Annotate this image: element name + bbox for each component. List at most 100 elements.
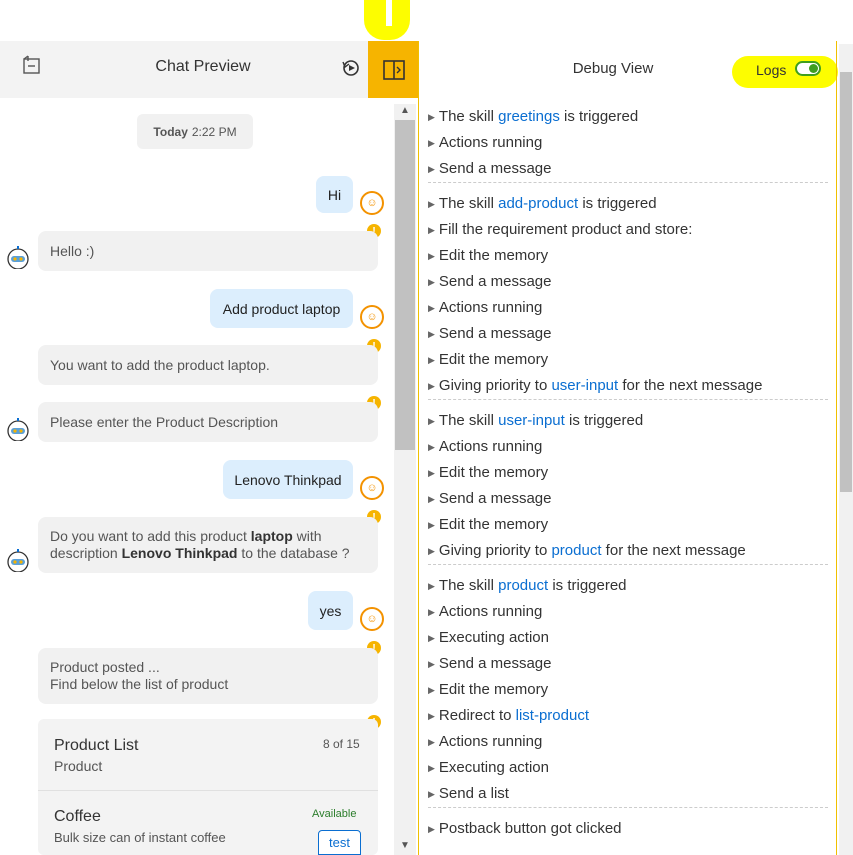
toggle-debug-view-button[interactable] xyxy=(368,41,419,98)
log-entry[interactable]: ▶ The skill user-input is triggered xyxy=(428,412,828,429)
bot-message: Please enter the Product Description xyxy=(38,402,378,442)
expand-arrow-icon[interactable]: ▶ xyxy=(428,633,435,643)
expand-arrow-icon[interactable]: ▶ xyxy=(428,763,435,773)
log-link[interactable]: user-input xyxy=(551,377,618,394)
expand-arrow-icon[interactable]: ▶ xyxy=(428,164,435,174)
log-entry[interactable]: ▶ Actions running xyxy=(428,438,828,455)
expand-arrow-icon[interactable]: ▶ xyxy=(428,251,435,261)
log-entry[interactable]: ▶ Giving priority to user-input for the n… xyxy=(428,377,828,394)
expand-arrow-icon[interactable]: ▶ xyxy=(428,789,435,799)
expand-arrow-icon[interactable]: ▶ xyxy=(428,685,435,695)
user-avatar-icon: ☺ xyxy=(360,305,384,329)
log-entry[interactable]: ▶ The skill greetings is triggered xyxy=(428,108,828,125)
log-entry[interactable]: ▶ Edit the memory xyxy=(428,516,828,533)
log-entry[interactable]: ▶ Redirect to list-product xyxy=(428,707,828,724)
user-avatar-icon: ☺ xyxy=(360,191,384,215)
expand-arrow-icon[interactable]: ▶ xyxy=(428,737,435,747)
expand-arrow-icon[interactable]: ▶ xyxy=(428,303,435,313)
log-entry[interactable]: ▶ Postback button got clicked xyxy=(428,820,828,837)
bot-avatar-icon xyxy=(6,245,30,274)
log-entry[interactable]: ▶ Send a message xyxy=(428,160,828,177)
log-entry[interactable]: ▶ Actions running xyxy=(428,603,828,620)
date-chip: Today 2:22 PM xyxy=(137,114,253,149)
user-message: Hi xyxy=(316,176,353,213)
debug-scrollbar[interactable] xyxy=(839,44,853,855)
log-link[interactable]: add-product xyxy=(498,195,578,212)
log-link[interactable]: greetings xyxy=(498,108,560,125)
bot-message: Do you want to add this product laptop w… xyxy=(38,517,378,573)
log-entry[interactable]: ▶ Actions running xyxy=(428,299,828,316)
panel-divider xyxy=(418,41,419,855)
card-item-status: Available xyxy=(312,808,357,820)
user-avatar-icon: ☺ xyxy=(360,607,384,631)
log-entry[interactable]: ▶ Send a list xyxy=(428,785,828,802)
log-entry[interactable]: ▶ Send a message xyxy=(428,655,828,672)
expand-arrow-icon[interactable]: ▶ xyxy=(428,711,435,721)
expand-arrow-icon[interactable]: ▶ xyxy=(428,442,435,452)
log-group-separator xyxy=(428,564,828,565)
log-entry[interactable]: ▶ Edit the memory xyxy=(428,247,828,264)
bot-avatar-icon xyxy=(6,548,30,577)
log-entry[interactable]: ▶ The skill product is triggered xyxy=(428,577,828,594)
bot-message: Hello :) xyxy=(38,231,378,271)
log-entry[interactable]: ▶ Fill the requirement product and store: xyxy=(428,221,828,238)
highlight-marker-top xyxy=(364,0,410,40)
debug-view-title: Debug View xyxy=(572,60,654,77)
expand-arrow-icon[interactable]: ▶ xyxy=(428,138,435,148)
log-entry[interactable]: ▶ Actions running xyxy=(428,733,828,750)
log-entry[interactable]: ▶ Edit the memory xyxy=(428,681,828,698)
expand-arrow-icon[interactable]: ▶ xyxy=(428,225,435,235)
card-separator xyxy=(38,790,378,791)
log-entry[interactable]: ▶ Actions running xyxy=(428,134,828,151)
log-link[interactable]: list-product xyxy=(516,707,589,724)
expand-arrow-icon[interactable]: ▶ xyxy=(428,381,435,391)
user-avatar-icon: ☺ xyxy=(360,476,384,500)
restart-icon[interactable] xyxy=(341,58,361,83)
card-item-button[interactable]: test xyxy=(318,830,361,855)
user-message: yes xyxy=(308,591,353,630)
log-link[interactable]: user-input xyxy=(498,412,565,429)
chat-preview-title: Chat Preview xyxy=(155,58,251,75)
log-group-separator xyxy=(428,807,828,808)
expand-arrow-icon[interactable]: ▶ xyxy=(428,546,435,556)
expand-arrow-icon[interactable]: ▶ xyxy=(428,355,435,365)
card-count: 8 of 15 xyxy=(323,737,360,751)
logs-toggle[interactable] xyxy=(795,61,821,76)
expand-arrow-icon[interactable]: ▶ xyxy=(428,199,435,209)
bot-avatar-icon xyxy=(6,417,30,446)
log-entry[interactable]: ▶ Edit the memory xyxy=(428,351,828,368)
expand-arrow-icon[interactable]: ▶ xyxy=(428,659,435,669)
expand-arrow-icon[interactable]: ▶ xyxy=(428,581,435,591)
card-subtitle: Product xyxy=(54,758,103,774)
expand-arrow-icon[interactable]: ▶ xyxy=(428,494,435,504)
panel-border xyxy=(836,41,837,855)
clear-chat-icon[interactable] xyxy=(22,55,42,80)
split-view-icon xyxy=(382,59,405,80)
log-entry[interactable]: ▶ Executing action xyxy=(428,629,828,646)
expand-arrow-icon[interactable]: ▶ xyxy=(428,520,435,530)
expand-arrow-icon[interactable]: ▶ xyxy=(428,607,435,617)
chat-scrollbar[interactable]: ▲ ▼ xyxy=(394,104,416,855)
card-item-title: Coffee xyxy=(54,808,101,825)
bot-message: You want to add the product laptop. xyxy=(38,345,378,385)
expand-arrow-icon[interactable]: ▶ xyxy=(428,468,435,478)
expand-arrow-icon[interactable]: ▶ xyxy=(428,112,435,122)
card-title: Product List xyxy=(54,737,139,754)
user-message: Add product laptop xyxy=(210,289,353,328)
expand-arrow-icon[interactable]: ▶ xyxy=(428,277,435,287)
log-entry[interactable]: ▶ Send a message xyxy=(428,490,828,507)
log-link[interactable]: product xyxy=(551,542,601,559)
log-entry[interactable]: ▶ Send a message xyxy=(428,273,828,290)
log-entry[interactable]: ▶ Edit the memory xyxy=(428,464,828,481)
expand-arrow-icon[interactable]: ▶ xyxy=(428,329,435,339)
log-entry[interactable]: ▶ Send a message xyxy=(428,325,828,342)
bot-message: Product posted ... Find below the list o… xyxy=(38,648,378,704)
expand-arrow-icon[interactable]: ▶ xyxy=(428,416,435,426)
log-entry[interactable]: ▶ Executing action xyxy=(428,759,828,776)
expand-arrow-icon[interactable]: ▶ xyxy=(428,824,435,834)
user-message: Lenovo Thinkpad xyxy=(223,460,353,499)
log-entry[interactable]: ▶ The skill add-product is triggered xyxy=(428,195,828,212)
log-link[interactable]: product xyxy=(498,577,548,594)
log-entry[interactable]: ▶ Giving priority to product for the next… xyxy=(428,542,828,559)
logs-label: Logs xyxy=(756,62,787,78)
